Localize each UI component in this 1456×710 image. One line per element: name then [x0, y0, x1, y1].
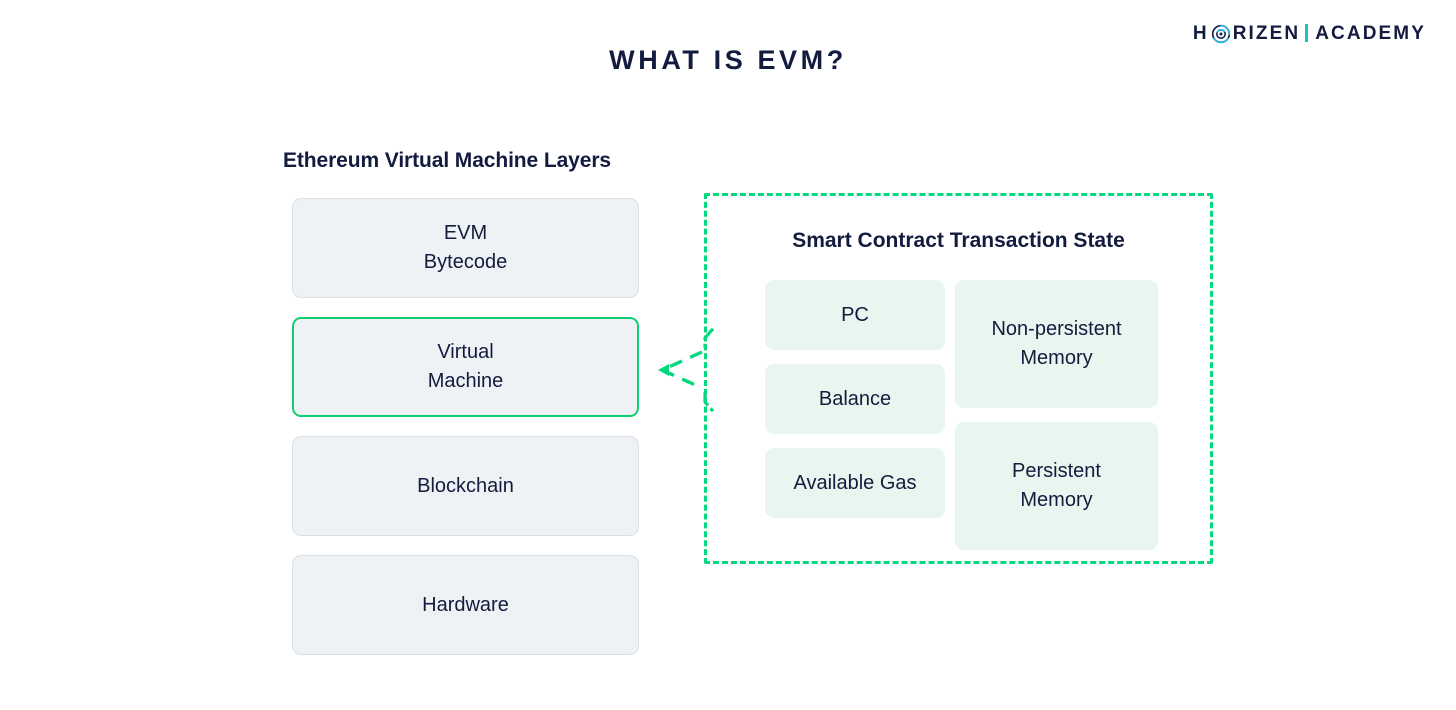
- state-chip-label-line2: Memory: [1020, 347, 1093, 369]
- state-column-right: Non-persistent Memory Persistent Memory: [955, 280, 1158, 550]
- state-chip-non-persistent-memory[interactable]: Non-persistent Memory: [955, 280, 1158, 408]
- slide-canvas: H RIZEN ACADEMY WHAT IS EVM? Ethereum Vi…: [0, 0, 1456, 710]
- layer-label-hardware: Hardware: [422, 593, 509, 616]
- layer-box-blockchain[interactable]: Blockchain: [292, 436, 639, 536]
- layer-box-evm-bytecode[interactable]: EVM Bytecode: [292, 198, 639, 298]
- state-column-left: PC Balance Available Gas: [765, 280, 945, 550]
- layer-box-hardware[interactable]: Hardware: [292, 555, 639, 655]
- layer-box-virtual-machine[interactable]: Virtual Machine: [292, 317, 639, 417]
- layer-label-line2: Machine: [427, 370, 504, 392]
- layer-label-blockchain: Blockchain: [417, 474, 514, 497]
- logo-letters-rizen: RIZEN: [1232, 22, 1301, 44]
- horizen-academy-logo: H RIZEN ACADEMY: [1193, 18, 1426, 48]
- layer-label-line2: Bytecode: [423, 251, 508, 273]
- state-chip-balance[interactable]: Balance: [765, 364, 945, 434]
- logo-wordmark-horizen: H RIZEN: [1192, 22, 1301, 44]
- state-chip-persistent-memory[interactable]: Persistent Memory: [955, 422, 1158, 550]
- evm-layer-stack: EVM Bytecode Virtual Machine Blockchain …: [292, 198, 639, 674]
- layer-label-virtual-machine: Virtual Machine: [428, 338, 504, 396]
- logo-wordmark-academy: ACADEMY: [1315, 22, 1426, 44]
- state-chip-label-line2: Memory: [1020, 489, 1093, 511]
- layer-label-line1: Virtual: [437, 341, 494, 363]
- section-heading-evm-layers: Ethereum Virtual Machine Layers: [283, 149, 611, 172]
- state-chip-grid: PC Balance Available Gas Non-persistent …: [765, 280, 1158, 550]
- state-chip-label: Non-persistent Memory: [991, 315, 1121, 373]
- logo-letter-h: H: [1192, 22, 1209, 44]
- state-chip-label: Persistent Memory: [1012, 457, 1101, 515]
- state-chip-label-line1: Persistent: [1012, 460, 1101, 482]
- horizen-circle-logo-icon: [1211, 24, 1231, 44]
- smart-contract-transaction-state-panel: Smart Contract Transaction State PC Bala…: [704, 193, 1213, 564]
- logo-divider-bar: [1305, 24, 1309, 42]
- layer-label-evm-bytecode: EVM Bytecode: [424, 219, 507, 277]
- state-panel-title: Smart Contract Transaction State: [792, 229, 1125, 252]
- state-chip-label-line1: Non-persistent: [991, 318, 1122, 340]
- page-title: WHAT IS EVM?: [609, 45, 847, 75]
- layer-label-line1: EVM: [443, 222, 488, 244]
- state-chip-available-gas[interactable]: Available Gas: [765, 448, 945, 518]
- state-chip-pc[interactable]: PC: [765, 280, 945, 350]
